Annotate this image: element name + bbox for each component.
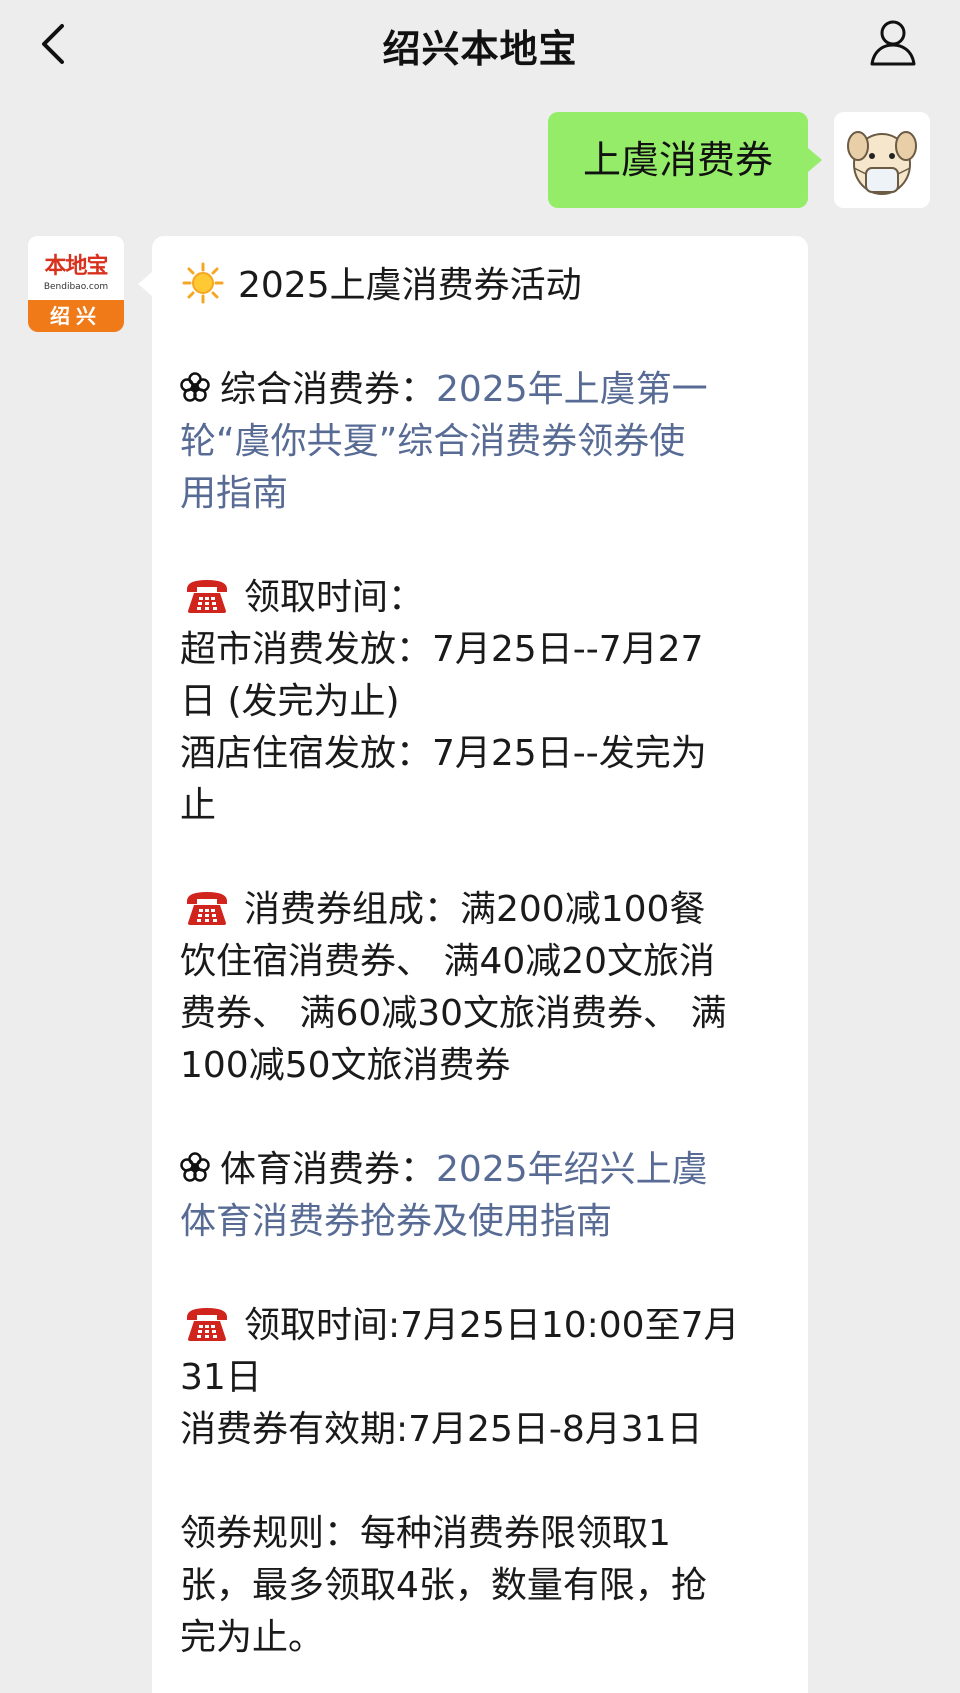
- logo-sub-text: Bendibao.com: [43, 282, 109, 292]
- section-claim-time-1: 领取时间： 超市消费发放：7月25日--7月27 日 (发完为止) 酒店住宿发放…: [180, 572, 780, 832]
- page-title: 绍兴本地宝: [382, 27, 578, 71]
- composition-line: 100减50文旅消费券: [180, 1045, 511, 1086]
- sports-voucher-label: 体育消费券：: [220, 1149, 437, 1190]
- rules-line: 张，最多领取4张，数量有限，抢: [180, 1565, 707, 1606]
- rules-line: 完为止。: [180, 1617, 325, 1658]
- sports-claim-time-label: 领取时间:7月25日10:00至7月: [244, 1305, 740, 1346]
- hotel-release-line: 酒店住宿发放：7月25日--发完为: [180, 733, 707, 774]
- rules-line: 领券规则：每种消费券限领取1: [180, 1513, 671, 1554]
- sun-icon: [182, 262, 224, 304]
- logo-city-text: 绍兴: [28, 300, 124, 332]
- telephone-icon: [187, 1308, 227, 1341]
- logo-top: 本地宝 Bendibao.com: [28, 236, 124, 300]
- dog-mask-avatar-icon: [834, 112, 930, 208]
- section-general-voucher: 综合消费券：2025年上虞第一 轮“虞你共夏”综合消费券领券使 用指南: [180, 364, 780, 520]
- top-bar: 绍兴本地宝: [0, 0, 960, 88]
- composition-line: 饮住宿消费券、 满40减20文旅消: [180, 941, 716, 982]
- general-voucher-label: 综合消费券：: [220, 369, 437, 410]
- flower-icon: [180, 372, 210, 402]
- sports-voucher-guide-link[interactable]: 2025年绍兴上虞: [436, 1149, 708, 1190]
- supermarket-release-line: 超市消费发放：7月25日--7月27: [180, 629, 704, 670]
- general-voucher-guide-link-line2[interactable]: 轮“虞你共夏”综合消费券领券使: [180, 416, 780, 468]
- logo-main-text: 本地宝: [44, 253, 108, 279]
- flower-icon: [180, 1152, 210, 1182]
- composition-line: 费券、 满60减30文旅消费券、 满: [180, 993, 727, 1034]
- message-heading: 2025上虞消费券活动: [238, 265, 582, 306]
- supermarket-release-line2: 日 (发完为止): [180, 681, 400, 722]
- incoming-message-bubble: 2025上虞消费券活动 综合消费券：2025年上虞第一 轮“虞你共夏”综合消费券…: [138, 236, 808, 1693]
- claim-time-label: 领取时间：: [244, 577, 425, 618]
- message-heading-block: 2025上虞消费券活动: [180, 260, 780, 312]
- profile-button[interactable]: [868, 18, 918, 68]
- outgoing-message-bubble[interactable]: 上虞消费券: [548, 112, 822, 208]
- telephone-icon: [187, 580, 227, 613]
- general-voucher-guide-link-line3[interactable]: 用指南: [180, 468, 780, 520]
- sports-voucher-guide-link-line2[interactable]: 体育消费券抢券及使用指南: [180, 1196, 780, 1248]
- section-voucher-composition: 消费券组成：满200减100餐 饮住宿消费券、 满40减20文旅消 费券、 满6…: [180, 884, 780, 1092]
- user-avatar[interactable]: [834, 112, 930, 208]
- section-sports-voucher: 体育消费券：2025年绍兴上虞 体育消费券抢券及使用指南: [180, 1144, 780, 1248]
- telephone-icon: [187, 892, 227, 925]
- validity-period-line: 消费券有效期:7月25日-8月31日: [180, 1409, 703, 1450]
- outgoing-message-row: 上虞消费券: [530, 112, 930, 208]
- general-voucher-guide-link[interactable]: 2025年上虞第一: [436, 369, 708, 410]
- bendibao-avatar[interactable]: 本地宝 Bendibao.com 绍兴: [28, 236, 124, 332]
- composition-label: 消费券组成：满200减100餐: [244, 889, 706, 930]
- person-icon: [870, 20, 916, 66]
- hotel-release-line2: 止: [180, 785, 217, 826]
- sports-claim-time-line: 31日: [180, 1357, 262, 1398]
- section-claim-time-2: 领取时间:7月25日10:00至7月 31日 消费券有效期:7月25日-8月31…: [180, 1300, 780, 1456]
- section-rules: 领券规则：每种消费券限领取1 张，最多领取4张，数量有限，抢 完为止。: [180, 1508, 780, 1664]
